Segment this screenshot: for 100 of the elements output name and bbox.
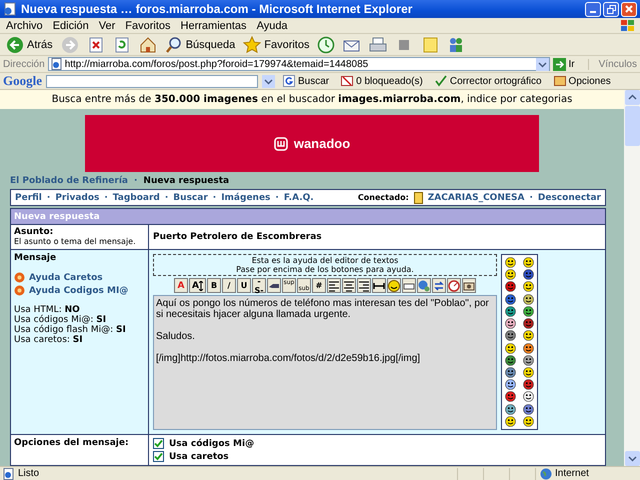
spell-check-button[interactable]: Corrector ortográfico — [430, 75, 546, 87]
ad-brand-text: wanadoo — [294, 136, 350, 151]
editor-button[interactable]: A — [189, 278, 206, 293]
editor-button[interactable] — [462, 278, 476, 293]
smiley-icon[interactable] — [505, 306, 516, 317]
nav-link[interactable]: Perfil — [15, 192, 42, 202]
camera-icon — [463, 280, 475, 292]
subject-value: Puerto Petrolero de Escombreras — [153, 232, 322, 242]
checkbox[interactable] — [153, 451, 164, 462]
go-button[interactable]: Ir — [552, 58, 585, 70]
separator-dot: · — [529, 192, 533, 202]
nav-link[interactable]: Imágenes — [221, 192, 270, 202]
current-page-text: Nueva respuesta — [143, 176, 230, 186]
smiley-icon[interactable] — [522, 416, 534, 427]
smiley-icon[interactable] — [505, 281, 516, 292]
field-label: Asunto: — [14, 227, 54, 237]
menu-item[interactable]: Ayuda — [252, 20, 294, 32]
smiley-icon[interactable] — [505, 318, 516, 330]
google-logo-button[interactable]: Google — [3, 73, 42, 89]
form-title: Nueva respuesta — [14, 212, 100, 222]
smiley-icon[interactable] — [522, 404, 534, 415]
separator-dot: · — [134, 176, 138, 186]
status-text: Listo — [18, 468, 40, 479]
smiley-icon[interactable] — [522, 330, 534, 342]
editor-button[interactable]: A — [174, 278, 188, 293]
smiley-icon[interactable] — [505, 416, 516, 427]
smiley-icon[interactable] — [505, 379, 516, 390]
editor-button[interactable]: -S- — [252, 278, 266, 293]
smiley-icon[interactable] — [505, 391, 516, 402]
nav-link[interactable]: Buscar — [173, 192, 208, 202]
editor-button[interactable] — [402, 278, 416, 293]
menu-item[interactable]: Edición — [48, 20, 95, 32]
smiley-icon[interactable] — [505, 269, 516, 280]
editor-button[interactable] — [357, 278, 371, 293]
message-textarea[interactable]: Aquí os pongo los números de teléfono mas interesan tes del "Poblao", por si necesitais hjacer alguna llamada urgente. Saludos. [/img]http://fotos.miarroba.com/fotos/d/2/d2e59b16.jpg[/img] — [153, 295, 497, 430]
nav-link[interactable]: Tagboard — [112, 192, 160, 202]
smiley-icon[interactable] — [522, 342, 534, 354]
smiley-icon[interactable] — [522, 257, 534, 268]
smiley-icon[interactable] — [522, 366, 534, 378]
ad-banner[interactable]: wanadoo — [85, 115, 539, 172]
address-field[interactable]: http://miarroba.com/foros/post.php?foroid=179974&temaid=1448085 — [48, 57, 550, 71]
editor-button[interactable] — [342, 278, 356, 293]
setting-text: Usa códigos Mi@: SI — [14, 315, 108, 325]
smiley-icon[interactable] — [505, 404, 516, 415]
up-down-arrow-icon — [198, 280, 203, 290]
separator-dot: · — [104, 192, 108, 202]
smiley-icon[interactable] — [522, 318, 534, 330]
editor-button[interactable] — [327, 278, 341, 293]
smiley-icon[interactable] — [522, 281, 534, 292]
smiley-icon[interactable] — [505, 366, 516, 378]
restore-button[interactable] — [603, 2, 619, 16]
google-search-field[interactable] — [46, 74, 258, 88]
nav-link[interactable]: F.A.Q. — [284, 192, 314, 202]
smiley-icon[interactable] — [505, 354, 516, 366]
editor-button[interactable]: / — [222, 278, 236, 293]
editor-button[interactable] — [387, 278, 401, 293]
options-button[interactable]: Opciones — [550, 75, 615, 87]
menu-item[interactable]: Favoritos — [121, 20, 177, 32]
help-link[interactable]: Ayuda Codigos MI@ — [29, 286, 128, 296]
smiley-icon[interactable] — [522, 391, 534, 402]
username-link[interactable]: ZACARIAS_CONESA — [428, 192, 524, 202]
checkbox[interactable] — [153, 438, 164, 449]
toolbar-button[interactable]: Favoritos — [240, 34, 312, 54]
editor-button[interactable]: B — [207, 278, 221, 293]
toolbar-button[interactable]: Búsqueda — [162, 34, 238, 54]
toolbar-button[interactable]: Atrás — [3, 34, 56, 54]
smiley-icon[interactable] — [522, 294, 534, 305]
popup-blocker-button[interactable]: 0 bloqueado(s) — [337, 75, 427, 87]
breadcrumb-link[interactable]: El Poblado de Refinería — [10, 176, 128, 186]
scroll-thumb[interactable] — [624, 106, 640, 146]
google-search-button[interactable]: Buscar — [279, 75, 334, 87]
close-button[interactable] — [621, 2, 637, 16]
smiley-icon[interactable] — [505, 294, 516, 305]
editor-button[interactable] — [267, 278, 281, 293]
page-icon — [3, 468, 15, 480]
vertical-scrollbar[interactable] — [624, 90, 640, 466]
note-icon — [421, 36, 440, 54]
editor-button[interactable] — [372, 278, 386, 293]
help-link[interactable]: Ayuda Caretos — [29, 272, 103, 282]
smiley-icon[interactable] — [522, 269, 534, 280]
menu-item[interactable]: Ver — [94, 20, 122, 32]
scroll-down-icon[interactable] — [624, 451, 640, 466]
editor-button[interactable]: # — [312, 278, 326, 293]
menu-item[interactable]: Archivo — [2, 20, 49, 32]
smiley-icon[interactable] — [505, 330, 516, 342]
setting-text: Usa caretos: SI — [14, 335, 84, 345]
smiley-icon[interactable] — [522, 354, 534, 366]
logout-link[interactable]: Desconectar — [538, 192, 601, 202]
links-button[interactable]: Vínculos — [588, 58, 637, 70]
smiley-icon[interactable] — [522, 306, 534, 317]
smiley-icon[interactable] — [505, 342, 516, 354]
smiley-icon[interactable] — [522, 379, 534, 390]
minimize-button[interactable] — [585, 2, 601, 16]
smiley-icon[interactable] — [505, 257, 516, 268]
scroll-up-icon[interactable] — [624, 90, 640, 105]
restore-icon — [606, 4, 616, 14]
menu-item[interactable]: Herramientas — [176, 20, 253, 32]
align-right-icon — [358, 280, 370, 292]
nav-link[interactable]: Privados — [55, 192, 100, 202]
editor-button[interactable]: U — [237, 278, 251, 293]
